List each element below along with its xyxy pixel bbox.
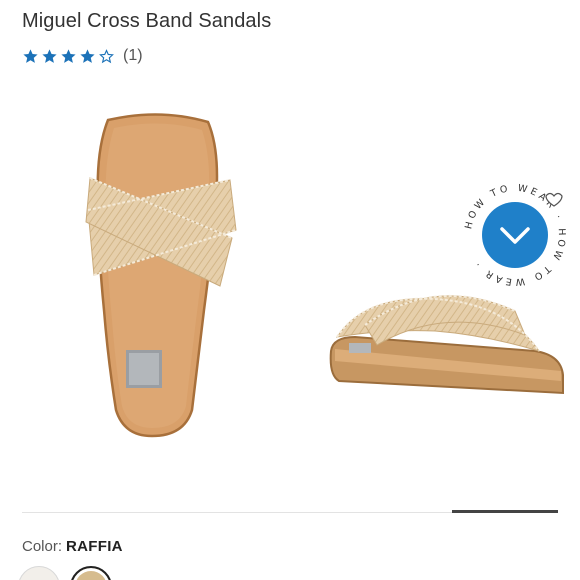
color-swatch-raffia[interactable] xyxy=(70,566,112,580)
slide-indicator-active xyxy=(452,510,558,513)
star-filled-icon xyxy=(80,48,95,63)
star-filled-icon xyxy=(61,48,76,63)
rating-stars xyxy=(22,48,115,65)
rating[interactable]: (1) xyxy=(22,47,143,65)
color-value: RAFFIA xyxy=(66,538,123,555)
product-title: Miguel Cross Band Sandals xyxy=(22,10,272,32)
product-image-gallery[interactable]: HOW TO WEAR · HOW TO WEAR · xyxy=(0,80,580,510)
color-selection: Color: RAFFIA xyxy=(22,538,123,555)
sandal-top-view-image xyxy=(85,113,237,438)
star-filled-icon xyxy=(23,48,38,63)
review-count[interactable]: (1) xyxy=(123,47,143,65)
color-swatch-white[interactable] xyxy=(18,566,60,580)
star-empty-icon xyxy=(99,48,114,63)
star-filled-icon xyxy=(42,48,57,63)
color-swatches xyxy=(18,566,112,580)
how-to-wear-button[interactable]: HOW TO WEAR · HOW TO WEAR · xyxy=(460,180,570,290)
color-label: Color: xyxy=(22,538,63,555)
